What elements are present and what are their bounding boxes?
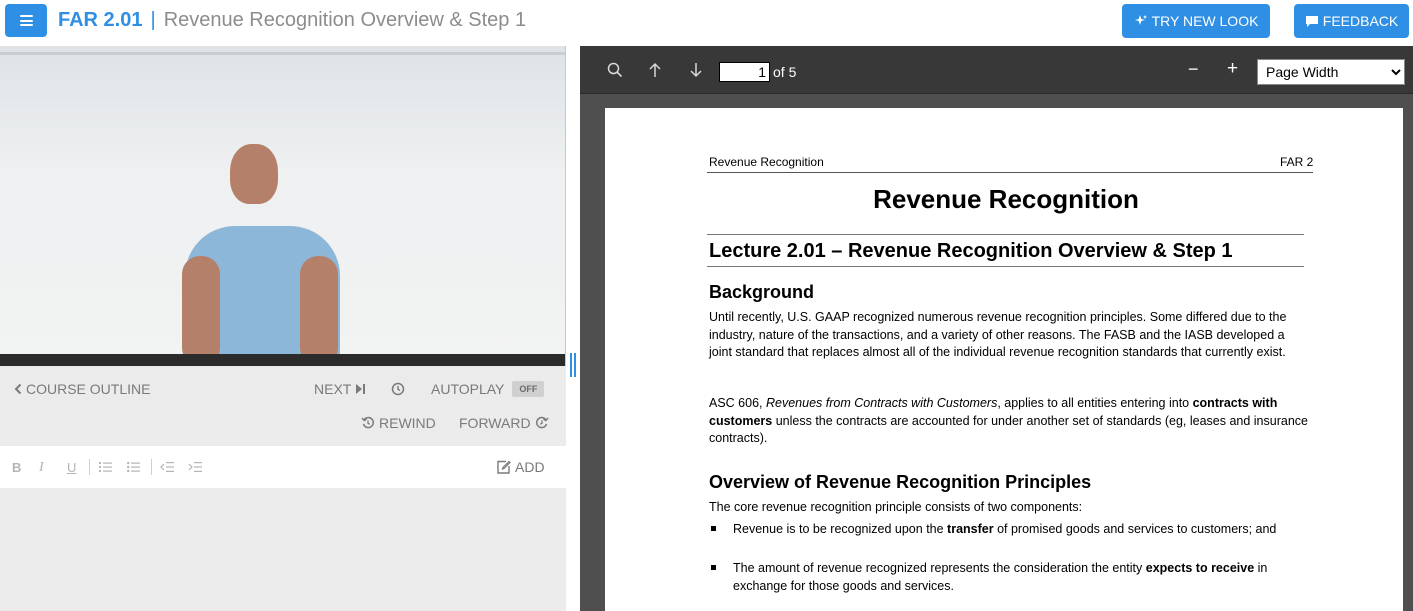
autoplay-state-badge[interactable]: OFF <box>512 381 545 397</box>
underline-button[interactable]: U <box>67 460 76 475</box>
rewind-button[interactable]: REWIND <box>361 415 436 431</box>
bullet-list-icon[interactable] <box>127 461 140 473</box>
document-title: Revenue Recognition <box>873 184 1139 214</box>
hamburger-icon <box>19 15 33 26</box>
rewind-label: REWIND <box>379 415 436 431</box>
pdf-page: Revenue Recognition FAR 2 Revenue Recogn… <box>605 108 1403 611</box>
feedback-label: FEEDBACK <box>1322 13 1399 29</box>
zoom-select[interactable]: Page Width <box>1257 59 1405 85</box>
presenter-arm-left <box>182 256 220 366</box>
add-note-label: ADD <box>515 459 545 475</box>
pdf-toolbar: of 5 − + Page Width <box>580 46 1413 94</box>
page-title: FAR 2.01 | Revenue Recognition Overview & … <box>58 7 526 33</box>
bullet-item: Revenue is to be recognized upon the tra… <box>709 520 1309 538</box>
asc-middle: , applies to all entities entering into <box>997 396 1193 410</box>
asc-paragraph: ASC 606, Revenues from Contracts with Cu… <box>709 395 1309 448</box>
bullet2-prefix: The amount of revenue recognized represe… <box>733 561 1146 575</box>
outdent-icon[interactable] <box>160 461 174 473</box>
zoom-out-button[interactable]: − <box>1188 59 1199 80</box>
video-ceiling-rail <box>0 52 565 55</box>
sparkle-icon <box>1134 15 1147 25</box>
toolbar-divider <box>89 459 90 475</box>
running-header-left: Revenue Recognition <box>709 155 824 169</box>
bullet1-prefix: Revenue is to be recognized upon the <box>733 522 948 536</box>
zoom-in-button[interactable]: + <box>1227 58 1238 80</box>
overview-intro: The core revenue recognition principle c… <box>709 500 1083 514</box>
asc-prefix: ASC 606, <box>709 396 766 410</box>
rewind-icon <box>361 416 375 429</box>
italic-button[interactable]: I <box>39 460 44 476</box>
course-outline-button[interactable]: COURSE OUTLINE <box>14 381 150 397</box>
numbered-list-icon[interactable] <box>99 461 112 473</box>
next-label: NEXT <box>314 381 352 397</box>
playback-speed-button[interactable] <box>391 382 405 396</box>
notes-toolbar: B I U ADD <box>0 447 566 488</box>
splitter-grip-icon[interactable] <box>570 353 576 377</box>
running-header-right: FAR 2 <box>1280 155 1314 169</box>
video-player[interactable] <box>0 46 566 366</box>
notes-textarea[interactable] <box>0 488 566 611</box>
indent-icon[interactable] <box>188 461 202 473</box>
bullet1-suffix: of promised goods and services to custom… <box>993 522 1277 536</box>
chat-bubble-icon <box>1305 15 1318 27</box>
background-heading: Background <box>709 282 815 302</box>
page-number-input[interactable] <box>719 62 770 82</box>
next-button[interactable]: NEXT <box>314 381 366 397</box>
bold-button[interactable]: B <box>12 460 21 475</box>
lesson-title: Revenue Recognition Overview & Step 1 <box>163 9 527 31</box>
page-count: of 5 <box>773 64 797 80</box>
running-header-rule <box>707 172 1313 173</box>
bullet1-bold: transfer <box>947 522 994 536</box>
background-paragraph: Until recently, U.S. GAAP recognized num… <box>709 310 1287 359</box>
video-floor <box>0 354 565 366</box>
presenter-arm-right <box>300 256 338 366</box>
menu-button[interactable] <box>5 4 47 37</box>
course-code: FAR 2.01 <box>58 9 143 31</box>
asc-suffix: unless the contracts are accounted for u… <box>709 413 1308 446</box>
toolbar-divider <box>151 459 152 475</box>
presenter-head <box>230 144 278 204</box>
player-controls: COURSE OUTLINE NEXT AUTOPLAY OFF REWIND … <box>0 366 566 446</box>
try-new-look-button[interactable]: TRY NEW LOOK <box>1122 4 1270 38</box>
asc-italic: Revenues from Contracts with Customers <box>765 396 998 410</box>
lecture-title: Lecture 2.01 – Revenue Recognition Overv… <box>709 240 1233 262</box>
overview-heading: Overview of Revenue Recognition Principl… <box>709 472 1092 492</box>
top-header: FAR 2.01 | Revenue Recognition Overview & … <box>0 0 1413 46</box>
pdf-viewer: of 5 − + Page Width Revenue Recognition … <box>580 46 1413 611</box>
arrow-down-icon[interactable] <box>689 62 703 78</box>
edit-icon <box>497 460 511 474</box>
forward-icon <box>535 416 549 429</box>
course-outline-label: COURSE OUTLINE <box>26 381 151 397</box>
clock-icon <box>391 382 405 396</box>
bullet-item: The amount of revenue recognized represe… <box>709 559 1309 595</box>
forward-button[interactable]: FORWARD <box>459 415 549 431</box>
search-icon[interactable] <box>607 62 623 78</box>
autoplay-label: AUTOPLAY <box>431 381 505 397</box>
add-note-button[interactable]: ADD <box>496 459 545 475</box>
forward-label: FORWARD <box>459 415 531 431</box>
bullet2-bold: expects to receive <box>1145 561 1255 575</box>
lecture-rule-bottom <box>707 266 1304 267</box>
lecture-rule-top <box>707 234 1304 235</box>
pane-splitter[interactable] <box>566 46 580 611</box>
skip-next-icon <box>356 384 366 394</box>
chevron-left-icon <box>14 383 22 395</box>
title-separator: | <box>150 9 156 31</box>
arrow-up-icon[interactable] <box>648 62 662 78</box>
feedback-button[interactable]: FEEDBACK <box>1294 4 1409 38</box>
try-new-look-label: TRY NEW LOOK <box>1151 13 1259 29</box>
autoplay-toggle[interactable]: AUTOPLAY OFF <box>431 381 545 397</box>
